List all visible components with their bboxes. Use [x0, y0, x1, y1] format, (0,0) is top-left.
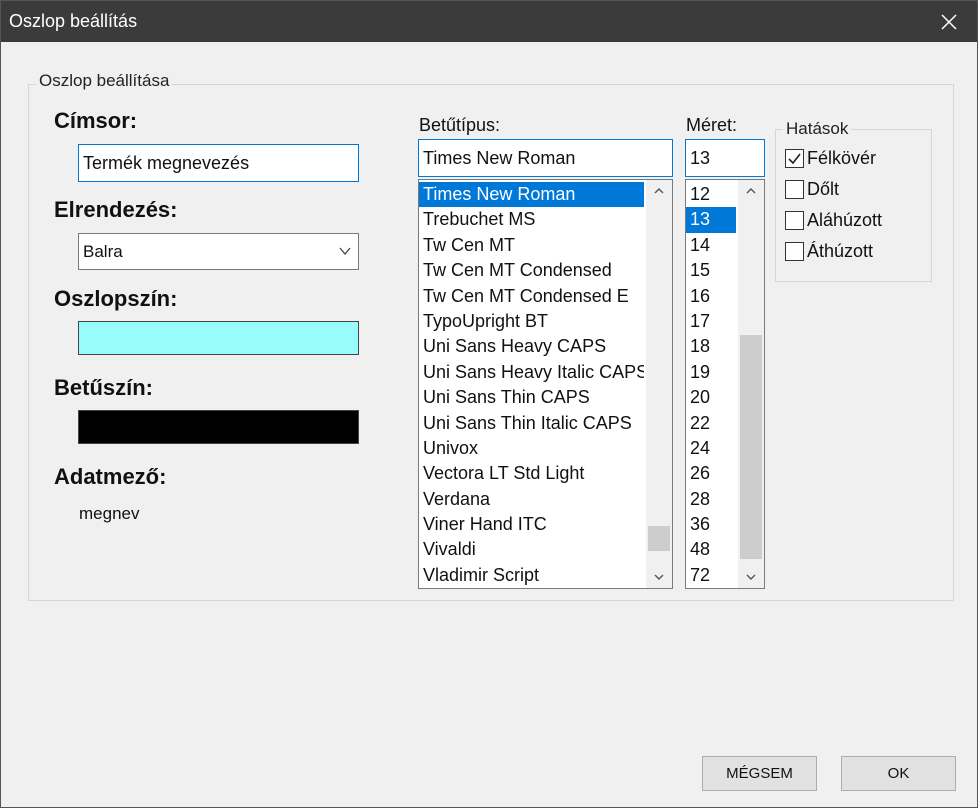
font-list-items: Times New Roman Trebuchet MS Tw Cen MT Tw C…	[419, 182, 644, 588]
size-label: Méret:	[686, 115, 738, 135]
size-list-item[interactable]: 72	[686, 563, 736, 588]
bold-label: Félkövér	[807, 148, 877, 168]
font-color-swatch[interactable]	[78, 410, 359, 444]
dialog-window: Oszlop beállítás Oszlop beállítása Címso…	[0, 0, 978, 808]
size-list-item[interactable]: 13	[686, 207, 736, 233]
size-list-scrollbar[interactable]	[738, 180, 764, 588]
italic-checkbox[interactable]: Dőlt	[785, 179, 839, 200]
data-field-label: Adatmező:	[54, 464, 167, 489]
italic-label: Dőlt	[807, 179, 840, 199]
scroll-down-button[interactable]	[738, 566, 764, 588]
chevron-up-icon	[654, 188, 664, 194]
size-list-item[interactable]: 24	[686, 436, 736, 461]
size-list-item[interactable]: 14	[686, 233, 736, 258]
size-list-items: 12 13 14 15 16 17 18 19 20 22 24 26 28 36 48 72	[686, 182, 736, 588]
group-label: Oszlop beállítása	[36, 71, 173, 91]
header-label: Címsor:	[54, 108, 138, 133]
font-list-item[interactable]: Uni Sans Heavy Italic CAPS	[419, 360, 644, 385]
data-field-value: megnev	[79, 504, 140, 523]
font-list-item[interactable]: Univox	[419, 436, 644, 461]
font-list-scrollbar[interactable]	[646, 180, 672, 588]
font-list-item[interactable]: Trebuchet MS	[419, 207, 644, 232]
font-list-item[interactable]: TypoUpright BT	[419, 309, 644, 334]
size-list-item[interactable]: 36	[686, 512, 736, 537]
size-list-item[interactable]: 48	[686, 537, 736, 562]
bold-checkbox[interactable]: Félkövér	[785, 148, 876, 169]
font-list-item[interactable]: Uni Sans Thin Italic CAPS	[419, 411, 644, 436]
checkmark-icon	[788, 153, 801, 165]
font-list-item[interactable]: Times New Roman	[419, 182, 644, 208]
font-list-item[interactable]: Viner Hand ITC	[419, 512, 644, 537]
font-color-label: Betűszín:	[54, 375, 153, 400]
checkbox-box	[785, 180, 804, 199]
size-list-item[interactable]: 15	[686, 258, 736, 283]
size-list-item[interactable]: 28	[686, 487, 736, 512]
size-list-item[interactable]: 18	[686, 334, 736, 359]
size-list-item[interactable]: 16	[686, 284, 736, 309]
window-title: Oszlop beállítás	[9, 11, 138, 31]
chevron-down-icon	[339, 247, 351, 256]
underline-label: Aláhúzott	[807, 210, 883, 230]
strikeout-label: Áthúzott	[807, 241, 874, 261]
alignment-label: Elrendezés:	[54, 197, 178, 222]
checkbox-box	[785, 149, 804, 168]
ok-button[interactable]: OK	[841, 756, 956, 791]
effects-label: Hatások	[783, 119, 852, 139]
checkbox-box	[785, 211, 804, 230]
chevron-down-icon	[746, 574, 756, 580]
font-input[interactable]: Times New Roman	[418, 139, 673, 177]
alignment-value: Balra	[83, 241, 123, 261]
scroll-down-button[interactable]	[646, 566, 672, 588]
chevron-down-icon	[654, 574, 664, 580]
font-list-item[interactable]: Vladimir Script	[419, 563, 644, 588]
font-list-item[interactable]: Verdana	[419, 487, 644, 512]
column-color-swatch[interactable]	[78, 321, 359, 355]
size-list-item[interactable]: 20	[686, 385, 736, 410]
size-list-item[interactable]: 19	[686, 360, 736, 385]
checkbox-box	[785, 242, 804, 261]
font-list-item[interactable]: Uni Sans Thin CAPS	[419, 385, 644, 410]
size-list[interactable]: 12 13 14 15 16 17 18 19 20 22 24 26 28 36 48 72	[685, 179, 765, 589]
alignment-select[interactable]: Balra	[78, 233, 359, 270]
font-list[interactable]: Times New Roman Trebuchet MS Tw Cen MT Tw C…	[418, 179, 673, 589]
font-list-item[interactable]: Vectora LT Std Light	[419, 461, 644, 486]
size-input[interactable]: 13	[685, 139, 765, 177]
close-icon	[941, 13, 957, 30]
size-list-item[interactable]: 12	[686, 182, 736, 207]
font-label: Betűtípus:	[419, 115, 501, 135]
font-list-item[interactable]: Tw Cen MT Condensed	[419, 258, 644, 283]
size-list-item[interactable]: 26	[686, 461, 736, 486]
strikeout-checkbox[interactable]: Áthúzott	[785, 241, 873, 262]
title-bar: Oszlop beállítás	[1, 1, 977, 42]
font-list-item[interactable]: Tw Cen MT	[419, 233, 644, 258]
scroll-thumb[interactable]	[740, 335, 762, 559]
underline-checkbox[interactable]: Aláhúzott	[785, 210, 882, 231]
chevron-up-icon	[746, 188, 756, 194]
close-button[interactable]	[921, 1, 977, 42]
scroll-up-button[interactable]	[646, 180, 672, 202]
scroll-thumb[interactable]	[648, 526, 670, 551]
header-input[interactable]: Termék megnevezés	[78, 144, 359, 182]
size-list-item[interactable]: 17	[686, 309, 736, 334]
font-list-item[interactable]: Uni Sans Heavy CAPS	[419, 334, 644, 359]
size-list-item[interactable]: 22	[686, 411, 736, 436]
cancel-button[interactable]: MÉGSEM	[702, 756, 817, 791]
font-list-item[interactable]: Vivaldi	[419, 537, 644, 562]
font-list-item[interactable]: Tw Cen MT Condensed E	[419, 284, 644, 309]
scroll-up-button[interactable]	[738, 180, 764, 202]
column-color-label: Oszlopszín:	[54, 286, 178, 311]
